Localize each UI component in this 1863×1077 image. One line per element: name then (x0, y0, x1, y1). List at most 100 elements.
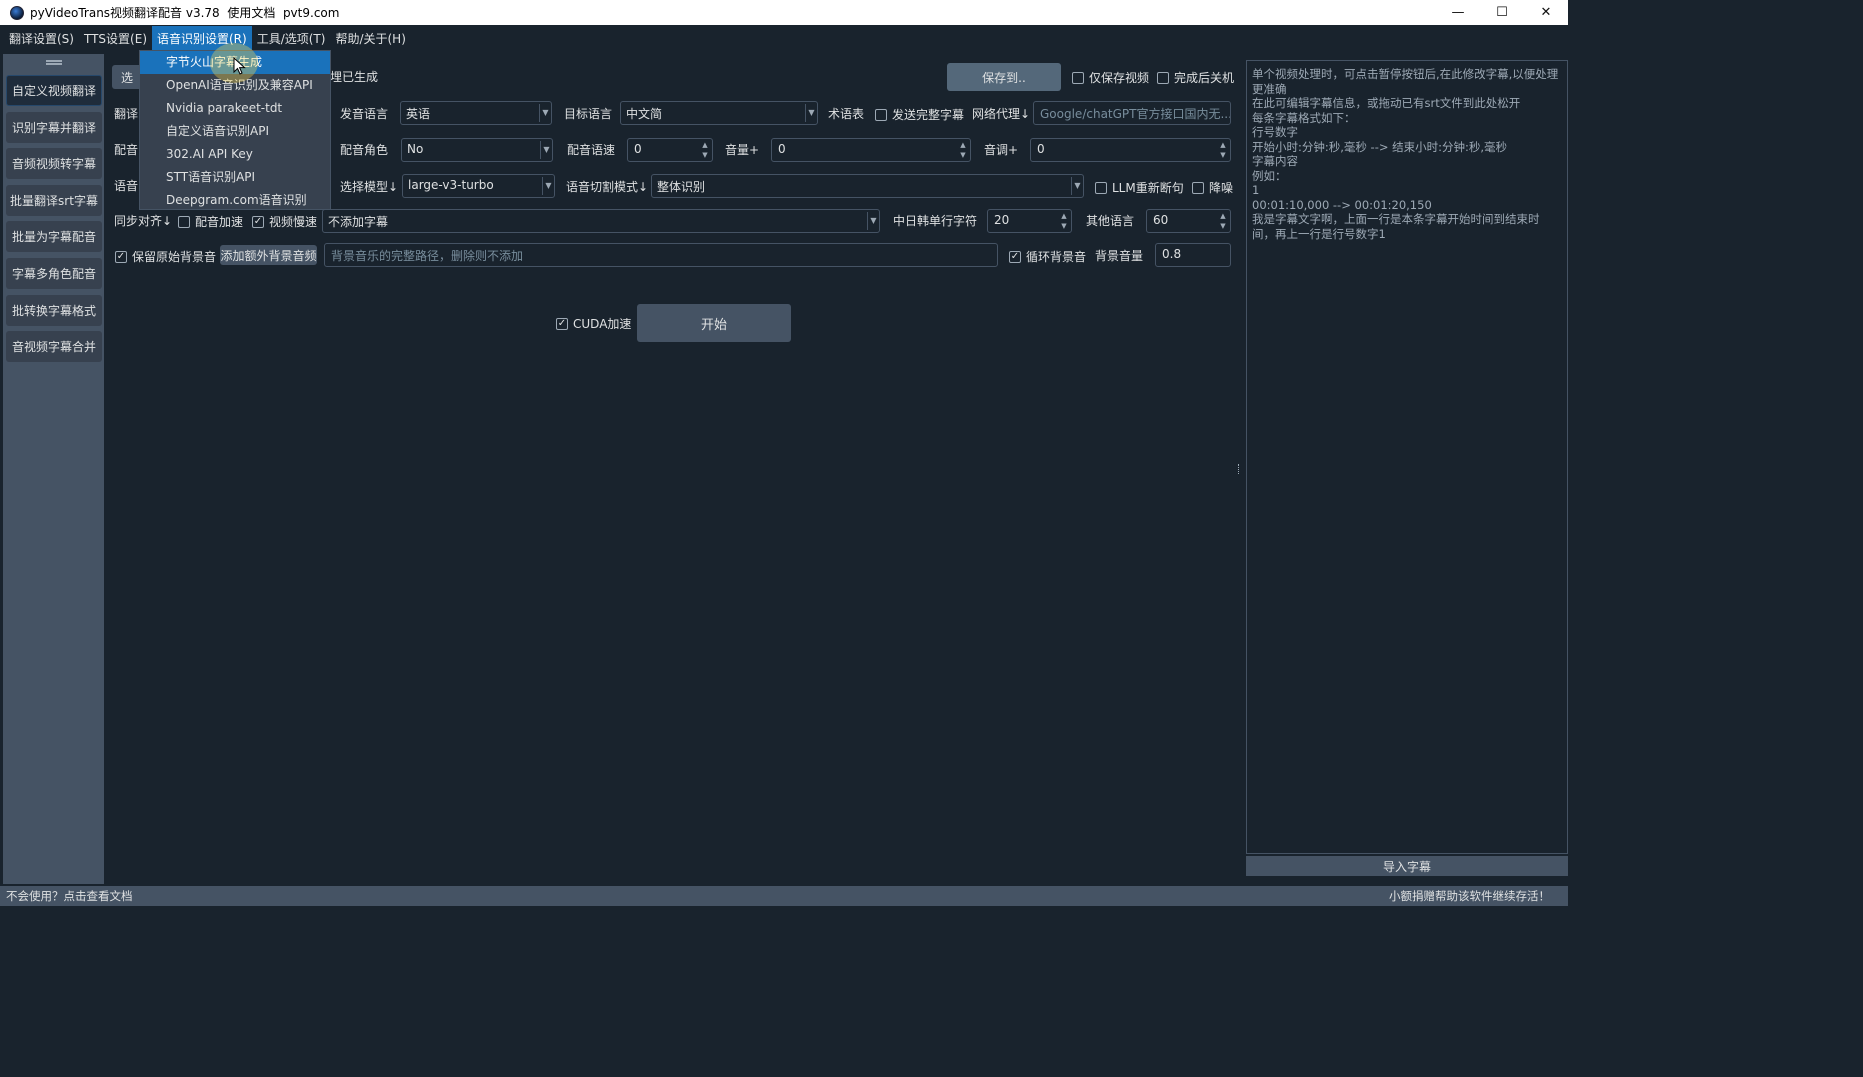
subtitle-editor-line: 单个视频处理时，可点击暂停按钮后,在此修改字幕,以便处理更准确 (1252, 67, 1559, 96)
add-bg-audio-button[interactable]: 添加额外背景音频 (220, 245, 317, 265)
keep-bg-checkbox[interactable]: ✓ 保留原始背景音 (115, 248, 216, 265)
denoise-label: 降噪 (1209, 181, 1234, 195)
window-title: pyVideoTrans视频翻译配音 v3.78 使用文档 pvt9.com (30, 6, 340, 20)
voice-role-select[interactable]: No ▼ (401, 138, 553, 162)
sidebar-item-batch-translate-srt[interactable]: 批量翻译srt字幕 (6, 185, 102, 216)
sync-label[interactable]: 同步对齐↓ (114, 213, 172, 229)
cjk-chars-spinbox[interactable]: 20 ▲ ▼ (987, 209, 1072, 233)
send-full-subtitle-label: 发送完整字幕 (892, 108, 965, 122)
shutdown-after-checkbox[interactable]: 完成后关机 (1157, 69, 1234, 86)
menu-item-nvidia-parakeet[interactable]: Nvidia parakeet-tdt (140, 97, 330, 120)
maximize-button[interactable]: ☐ (1480, 0, 1524, 25)
shutdown-after-box[interactable] (1157, 71, 1169, 84)
bg-volume-label: 背景音量 (1095, 249, 1144, 263)
panel-splitter[interactable] (1236, 54, 1244, 884)
mouse-cursor-icon (233, 57, 246, 75)
sidebar-item-custom-video-translate[interactable]: 自定义视频翻译 (6, 75, 102, 106)
sidebar-item-convert-subtitle-format[interactable]: 批转换字幕格式 (6, 295, 102, 326)
llm-resegment-checkbox[interactable]: LLM重新断句 (1095, 179, 1184, 196)
spin-arrows-icon[interactable]: ▲ ▼ (1219, 211, 1227, 231)
menu-item-stt-api[interactable]: STT语音识别API (140, 166, 330, 189)
cjk-chars-value: 20 (994, 213, 1010, 227)
loop-bg-box[interactable]: ✓ (1009, 250, 1021, 263)
menu-item-custom-asr-api[interactable]: 自定义语音识别API (140, 120, 330, 143)
split-mode-select[interactable]: 整体识别 ▼ (651, 174, 1084, 198)
shutdown-after-label: 完成后关机 (1174, 71, 1235, 85)
dub-speedup-checkbox[interactable]: 配音加速 (178, 213, 243, 230)
proxy-input[interactable]: Google/chatGPT官方接口国内无... (1033, 101, 1231, 125)
send-full-subtitle-checkbox[interactable]: 发送完整字幕 (875, 106, 964, 123)
model-label[interactable]: 选择模型↓ (340, 179, 398, 195)
menu-tts-settings[interactable]: TTS设置(E) (79, 26, 152, 51)
send-full-subtitle-box[interactable] (875, 108, 887, 121)
split-mode-label[interactable]: 语音切割模式↓ (566, 179, 648, 195)
cuda-box[interactable]: ✓ (556, 317, 568, 330)
chevron-down-icon: ▼ (867, 212, 879, 230)
bg-volume-value: 0.8 (1162, 247, 1182, 261)
pitch-value: 0 (1037, 142, 1045, 156)
voice-rate-value: 0 (634, 142, 642, 156)
spin-arrows-icon[interactable]: ▲ ▼ (1060, 211, 1068, 231)
only-save-video-checkbox[interactable]: 仅保存视频 (1072, 69, 1149, 86)
close-button[interactable]: ✕ (1524, 0, 1568, 25)
other-lang-spinbox[interactable]: 60 ▲ ▼ (1146, 209, 1231, 233)
voice-rate-spinbox[interactable]: 0 ▲ ▼ (627, 138, 713, 162)
sidebar-item-batch-dub-subtitle[interactable]: 批量为字幕配音 (6, 221, 102, 252)
spin-arrows-icon[interactable]: ▲ ▼ (959, 140, 967, 160)
sidebar-item-recognize-and-translate[interactable]: 识别字幕并翻译 (6, 112, 102, 143)
subtitle-mode-select[interactable]: 不添加字幕 ▼ (322, 209, 880, 233)
proxy-label[interactable]: 网络代理↓ (972, 106, 1030, 122)
subtitle-editor-line: 每条字幕格式如下： (1252, 110, 1356, 125)
menu-item-302ai-key[interactable]: 302.AI API Key (140, 143, 330, 166)
sidebar-item-merge-av-subtitle[interactable]: 音视频字幕合并 (6, 331, 102, 362)
docs-link[interactable]: 不会使用？点击查看文档 (6, 888, 133, 904)
video-slowdown-box[interactable]: ✓ (252, 215, 264, 228)
chevron-down-icon: ▼ (539, 104, 551, 122)
sidebar-grip-icon[interactable] (45, 60, 62, 62)
other-lang-value: 60 (1153, 213, 1169, 227)
menu-help-about[interactable]: 帮助/关于(H) (330, 26, 410, 51)
target-lang-select[interactable]: 中文简 ▼ (620, 101, 818, 125)
chevron-down-icon: ▼ (540, 141, 552, 159)
loop-bg-checkbox[interactable]: ✓ 循环背景音 (1009, 248, 1086, 265)
dub-speedup-label: 配音加速 (195, 215, 244, 229)
bg-audio-path-input[interactable]: 背景音乐的完整路径，删除则不添加 (324, 243, 998, 267)
minimize-button[interactable]: — (1436, 0, 1480, 25)
cuda-checkbox[interactable]: ✓ CUDA加速 (556, 315, 631, 332)
subtitle-editor-line: 开始小时:分钟:秒,毫秒 --> 结束小时:分钟:秒,毫秒 (1252, 139, 1508, 154)
spin-arrows-icon[interactable]: ▲ ▼ (1219, 140, 1227, 160)
start-button[interactable]: 开始 (637, 304, 791, 342)
select-video-button[interactable]: 选 (112, 65, 142, 89)
import-subtitle-button[interactable]: 导入字幕 (1246, 856, 1568, 876)
only-save-video-box[interactable] (1072, 71, 1084, 84)
volume-spinbox[interactable]: 0 ▲ ▼ (771, 138, 971, 162)
pitch-label: 音调+ (984, 143, 1019, 157)
menu-tools-options[interactable]: 工具/选项(T) (252, 26, 331, 51)
denoise-checkbox[interactable]: 降噪 (1192, 179, 1233, 196)
spin-arrows-icon[interactable]: ▲ ▼ (701, 140, 709, 160)
donate-link[interactable]: 小额捐赠帮助该软件继续存活！ (1389, 888, 1550, 904)
glossary-label[interactable]: 术语表 (828, 106, 864, 122)
sidebar-item-av-to-subtitle[interactable]: 音频视频转字幕 (6, 148, 102, 179)
select-video-label: 选 (120, 70, 133, 85)
source-lang-select[interactable]: 英语 ▼ (400, 101, 552, 125)
translate-label: 翻译: (114, 107, 143, 121)
volume-value: 0 (778, 142, 786, 156)
save-to-button[interactable]: 保存到.. (947, 63, 1061, 91)
menu-item-deepgram[interactable]: Deepgram.com语音识别 (140, 189, 330, 212)
voice-role-label: 配音角色 (340, 143, 389, 157)
llm-resegment-box[interactable] (1095, 181, 1107, 194)
subtitle-editor-line: 1 (1252, 183, 1260, 197)
title-bar: pyVideoTrans视频翻译配音 v3.78 使用文档 pvt9.com —… (0, 0, 1568, 25)
dub-speedup-box[interactable] (178, 215, 190, 228)
denoise-box[interactable] (1192, 181, 1204, 194)
pitch-spinbox[interactable]: 0 ▲ ▼ (1030, 138, 1231, 162)
keep-bg-box[interactable]: ✓ (115, 250, 127, 263)
model-select[interactable]: large-v3-turbo ▼ (402, 174, 555, 198)
sidebar-item-multi-role-dub[interactable]: 字幕多角色配音 (6, 258, 102, 289)
video-slowdown-checkbox[interactable]: ✓ 视频慢速 (252, 213, 317, 230)
menu-translate-settings[interactable]: 翻译设置(S) (4, 26, 79, 51)
subtitle-editor[interactable]: 单个视频处理时，可点击暂停按钮后,在此修改字幕,以便处理更准确 在此可编辑字幕信… (1246, 60, 1568, 854)
cjk-chars-label: 中日韩单行字符 (893, 214, 978, 228)
bg-volume-input[interactable]: 0.8 (1155, 243, 1231, 267)
